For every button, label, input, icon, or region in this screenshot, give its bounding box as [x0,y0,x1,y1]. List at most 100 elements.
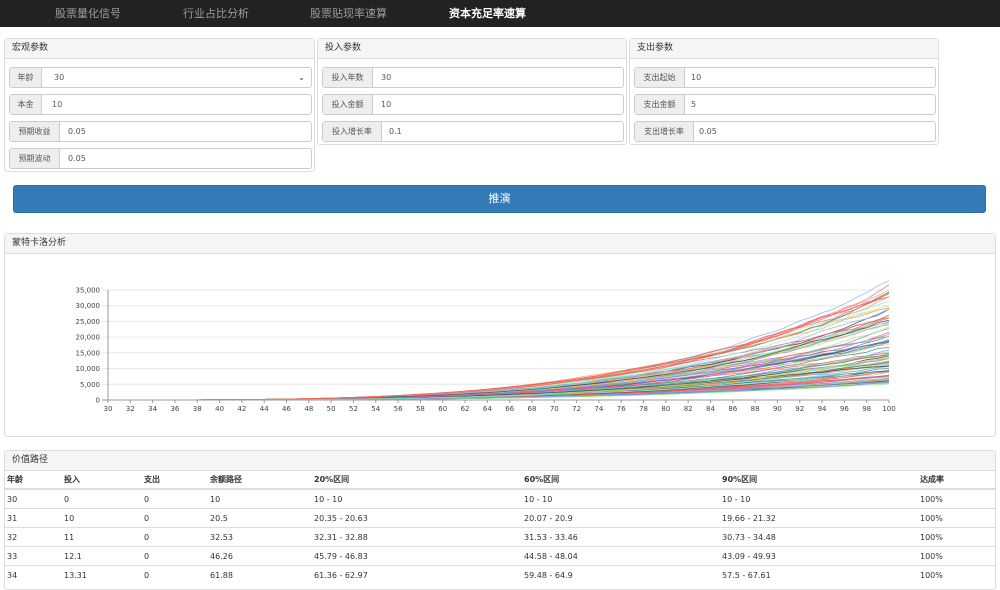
table-cell: 10 - 10 [522,488,720,509]
x-tick-label: 80 [661,405,670,413]
table-cell: 20.35 - 20.63 [312,508,522,528]
x-tick-label: 60 [438,405,447,413]
x-tick-label: 70 [550,405,559,413]
y-tick-label: 20,000 [76,334,101,342]
y-tick-label: 35,000 [76,287,101,295]
table-cell: 100% [918,565,995,584]
table-row: 33 12.1 0 46.26 45.79 - 46.83 44.58 - 48.04 43… [5,546,995,566]
x-tick-label: 84 [706,405,715,413]
table-row: 30 0 0 10 10 - 10 10 - 10 10 - 10 100% [5,488,995,509]
x-tick-label: 36 [170,405,179,413]
y-tick-label: 15,000 [76,349,101,357]
table-header-cell: 余额路径 [208,470,312,490]
table-header-cell: 投入 [62,470,142,490]
table-header-cell: 20%区间 [312,470,522,490]
table-cell: 13.31 [62,565,142,584]
x-tick-label: 98 [862,405,871,413]
table-cell: 30 [5,488,62,509]
table-cell: 0 [142,527,208,547]
table-cell: 0 [142,508,208,528]
table-header-cell: 90%区间 [720,470,918,490]
x-tick-label: 96 [840,405,849,413]
y-tick-label: 5,000 [80,381,100,389]
table-cell: 10 - 10 [312,488,522,509]
table-cell: 0 [62,488,142,509]
table-cell: 100% [918,527,995,547]
table-cell: 59.48 - 64.9 [522,565,720,584]
y-tick-label: 30,000 [76,302,101,310]
x-tick-label: 92 [795,405,804,413]
x-tick-label: 40 [215,405,224,413]
table-cell: 31 [5,508,62,528]
table-cell: 10 - 10 [720,488,918,509]
table-cell: 0 [142,565,208,584]
table-cell: 43.09 - 49.93 [720,546,918,566]
table-cell: 46.26 [208,546,312,566]
y-tick-label: 10,000 [76,365,101,373]
table-cell: 10 [208,488,312,509]
x-tick-label: 66 [505,405,514,413]
x-tick-label: 76 [617,405,626,413]
x-tick-label: 82 [684,405,693,413]
x-tick-label: 54 [371,405,380,413]
table-cell: 45.79 - 46.83 [312,546,522,566]
x-tick-label: 88 [751,405,760,413]
value-path-title: 价值路径 [5,451,995,471]
table-cell: 32.53 [208,527,312,547]
table-header-cell: 达成率 [918,470,995,490]
table-row: 32 11 0 32.53 32.31 - 32.88 31.53 - 33.46 30.7… [5,527,995,547]
table-cell: 20.07 - 20.9 [522,508,720,528]
x-tick-label: 58 [416,405,425,413]
table-row: 34 13.31 0 61.88 61.36 - 62.97 59.48 - 64.9 57… [5,565,995,584]
table-cell: 0 [142,546,208,566]
x-tick-label: 42 [237,405,246,413]
table-cell: 57.5 - 67.61 [720,565,918,584]
y-tick-label: 25,000 [76,318,101,326]
x-tick-label: 32 [126,405,135,413]
table-header-cell: 60%区间 [522,470,720,490]
y-tick-label: 0 [96,397,100,405]
x-tick-label: 72 [572,405,581,413]
x-tick-label: 50 [327,405,336,413]
x-tick-label: 34 [148,405,157,413]
x-tick-label: 100 [882,405,895,413]
x-tick-label: 94 [818,405,827,413]
table-cell: 33 [5,546,62,566]
table-cell: 32.31 - 32.88 [312,527,522,547]
chart-series [108,280,890,401]
x-tick-label: 62 [461,405,470,413]
x-tick-label: 68 [528,405,537,413]
value-path-table: 年龄 投入 支出 余额路径 20%区间 60%区间 90%区间 达成率 30 0 0 10 10 - … [5,470,995,584]
x-tick-label: 78 [639,405,648,413]
table-cell: 61.36 - 62.97 [312,565,522,584]
x-tick-label: 52 [349,405,358,413]
table-cell: 12.1 [62,546,142,566]
table-cell: 10 [62,508,142,528]
table-cell: 34 [5,565,62,584]
table-cell: 100% [918,508,995,528]
x-tick-label: 86 [728,405,737,413]
x-tick-label: 64 [483,405,492,413]
table-cell: 100% [918,488,995,509]
table-cell: 31.53 - 33.46 [522,527,720,547]
table-cell: 100% [918,546,995,566]
table-header-row: 年龄 投入 支出 余额路径 20%区间 60%区间 90%区间 达成率 [5,470,995,490]
table-cell: 44.58 - 48.04 [522,546,720,566]
table-header-cell: 支出 [142,470,208,490]
table-row: 31 10 0 20.5 20.35 - 20.63 20.07 - 20.9 19.66 … [5,508,995,528]
table-cell: 61.88 [208,565,312,584]
table-cell: 20.5 [208,508,312,528]
table-header-cell: 年龄 [5,470,62,490]
table-cell: 30.73 - 34.48 [720,527,918,547]
x-tick-label: 46 [282,405,291,413]
x-tick-label: 38 [193,405,202,413]
x-tick-label: 30 [104,405,113,413]
x-tick-label: 48 [304,405,313,413]
x-tick-label: 74 [594,405,603,413]
x-tick-label: 56 [394,405,403,413]
table-cell: 32 [5,527,62,547]
table-cell: 11 [62,527,142,547]
table-cell: 0 [142,488,208,509]
x-tick-label: 44 [260,405,269,413]
x-tick-label: 90 [773,405,782,413]
